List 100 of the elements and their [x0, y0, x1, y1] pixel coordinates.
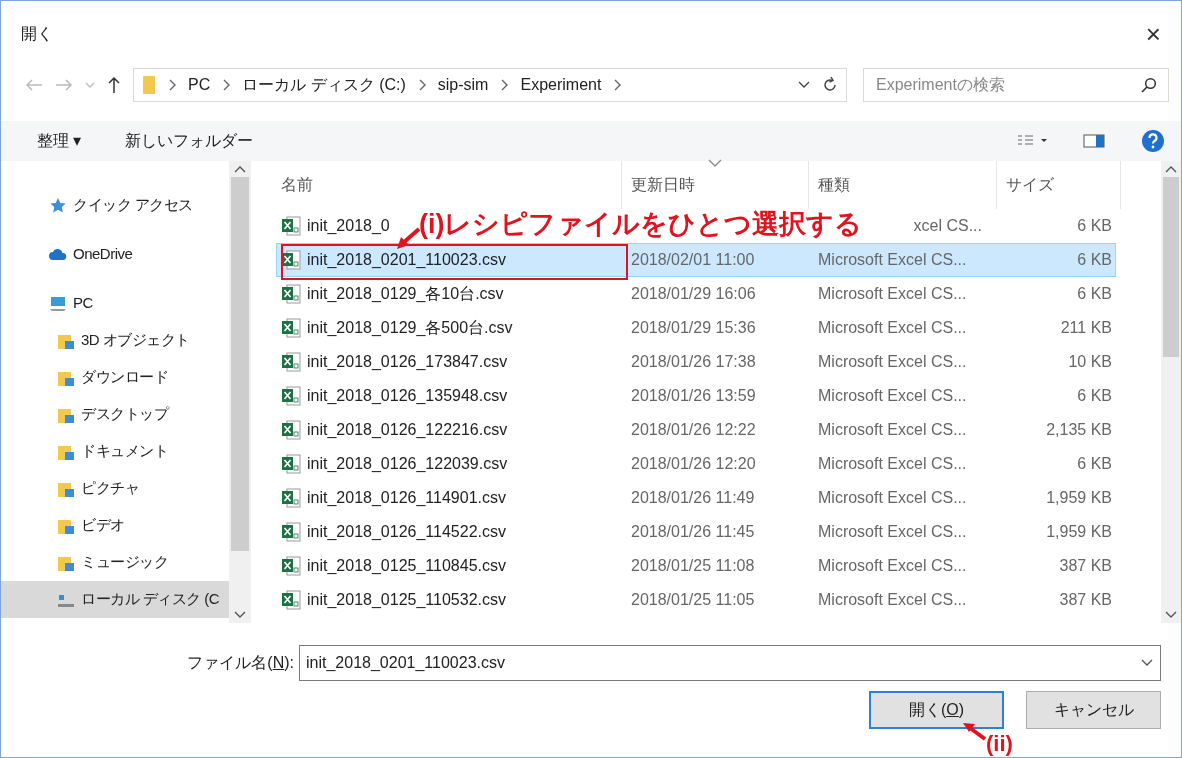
- chevron-up-icon[interactable]: [1165, 165, 1177, 173]
- view-list-icon[interactable]: [1017, 134, 1047, 148]
- file-name: init_2018_0125_110845.csv: [307, 556, 506, 576]
- preview-pane-icon[interactable]: [1083, 134, 1105, 148]
- file-date: 2018/01/26 17:38: [631, 353, 756, 370]
- file-name: init_2018_0126_173847.csv: [307, 352, 508, 372]
- address-bar[interactable]: PC ローカル ディスク (C:) sip-sim Experiment: [133, 68, 847, 102]
- spreadsheet-file-icon: [281, 318, 301, 338]
- sidebar-item[interactable]: デスクトップ: [1, 396, 229, 433]
- scrollbar[interactable]: [229, 161, 251, 623]
- spreadsheet-file-icon: [281, 420, 301, 440]
- file-date: 2018/01/25 11:05: [631, 591, 755, 608]
- file-type: Microsoft Excel CS...: [818, 421, 967, 438]
- filename-label: ファイル名(N):: [187, 653, 294, 673]
- chevron-right-icon[interactable]: [613, 79, 622, 91]
- file-size: 211 KB: [1060, 319, 1112, 336]
- file-name: init_2018_0125_110532.csv: [307, 590, 506, 610]
- star-icon: [49, 196, 67, 215]
- annotation-arrow: [961, 721, 987, 741]
- breadcrumb[interactable]: ローカル ディスク (C:): [242, 73, 406, 97]
- chevron-right-icon[interactable]: [500, 79, 509, 91]
- file-size: 1,959 KB: [1046, 489, 1112, 506]
- file-name: init_2018_0126_114901.csv: [307, 488, 506, 508]
- file-type: Microsoft Excel CS...: [818, 353, 967, 370]
- refresh-icon[interactable]: [822, 76, 838, 94]
- file-type: Microsoft Excel CS...: [818, 489, 967, 506]
- spreadsheet-file-icon: [281, 284, 301, 304]
- file-date: 2018/01/26 13:59: [631, 387, 756, 404]
- annotation-label: (ii): [986, 733, 1013, 755]
- file-type: Microsoft Excel CS...: [818, 523, 967, 540]
- window-title: 開く: [21, 24, 53, 44]
- breadcrumb[interactable]: sip-sim: [437, 73, 489, 97]
- sidebar-item[interactable]: ドキュメント: [1, 433, 229, 470]
- dialog-button[interactable]: 開く(O): [869, 691, 1004, 729]
- chevron-down-icon[interactable]: [1141, 659, 1153, 667]
- file-name: init_2018_0126_114522.csv: [307, 522, 506, 542]
- help-icon[interactable]: [1141, 129, 1165, 153]
- file-type: Microsoft Excel CS...: [818, 387, 967, 404]
- chevron-right-icon[interactable]: [417, 79, 426, 91]
- file-size: 6 KB: [1077, 387, 1112, 404]
- sidebar-item[interactable]: PC: [1, 285, 229, 322]
- file-type: Microsoft Excel CS...: [818, 557, 967, 574]
- sidebar-item[interactable]: ダウンロード: [1, 359, 229, 396]
- file-date: 2018/01/26 12:22: [631, 421, 756, 438]
- sidebar-item[interactable]: ミュージック: [1, 544, 229, 581]
- spreadsheet-file-icon: [281, 488, 301, 508]
- file-name: init_2018_0126_135948.csv: [307, 386, 508, 406]
- spreadsheet-file-icon: [281, 522, 301, 542]
- column-header[interactable]: 種類: [808, 161, 996, 209]
- search-field[interactable]: Experimentの検索: [863, 68, 1169, 102]
- sidebar-item[interactable]: ローカル ディスク (C: [1, 581, 229, 618]
- chevron-right-icon[interactable]: [168, 79, 176, 91]
- file-name: init_2018_0201_110023.csv: [307, 250, 506, 270]
- file-type: Microsoft Excel CS...: [818, 591, 967, 608]
- file-name: init_2018_0: [307, 216, 390, 236]
- organize-button[interactable]: 整理 ▾: [37, 129, 82, 153]
- column-header[interactable]: 更新日時: [621, 161, 808, 209]
- spreadsheet-file-icon: [281, 454, 301, 474]
- column-header[interactable]: サイズ: [996, 161, 1121, 209]
- chevron-down-icon[interactable]: [1165, 611, 1177, 619]
- file-size: 1,959 KB: [1046, 523, 1112, 540]
- file-size: 6 KB: [1077, 455, 1112, 472]
- sidebar-item[interactable]: 3D オブジェクト: [1, 322, 229, 359]
- search-icon[interactable]: [1141, 77, 1157, 93]
- chevron-down-icon[interactable]: [234, 611, 246, 619]
- filename-field[interactable]: init_2018_0201_110023.csv: [299, 645, 1161, 681]
- file-size: 10 KB: [1068, 353, 1112, 370]
- file-date: 2018/01/26 11:45: [631, 523, 755, 540]
- scrollbar-thumb[interactable]: [231, 177, 249, 551]
- sort-chevron-icon: [708, 159, 722, 167]
- annotation-arrow: [395, 227, 421, 251]
- dialog-button[interactable]: キャンセル: [1026, 691, 1161, 729]
- scrollbar-thumb[interactable]: [1163, 177, 1179, 357]
- sidebar-item[interactable]: ビデオ: [1, 507, 229, 544]
- spreadsheet-file-icon: [281, 556, 301, 576]
- scrollbar[interactable]: [1161, 161, 1181, 623]
- close-button[interactable]: ×: [1145, 21, 1161, 47]
- file-type: Microsoft Excel CS...: [818, 455, 967, 472]
- sidebar-item[interactable]: OneDrive: [1, 236, 229, 273]
- spreadsheet-file-icon: [281, 352, 301, 372]
- breadcrumb[interactable]: PC: [188, 73, 211, 97]
- column-header[interactable]: 名前: [276, 161, 621, 209]
- file-type: Microsoft Excel CS...: [818, 319, 967, 336]
- file-size: 6 KB: [1077, 251, 1112, 268]
- annotation-label: (i)レシピファイルをひとつ選択する: [419, 211, 863, 238]
- chevron-down-icon[interactable]: [798, 81, 810, 89]
- file-date: 2018/01/26 12:20: [631, 455, 756, 472]
- sidebar-item[interactable]: ピクチャ: [1, 470, 229, 507]
- breadcrumb[interactable]: Experiment: [520, 73, 602, 97]
- file-date: 2018/01/29 15:36: [631, 319, 756, 336]
- up-arrow-icon[interactable]: [107, 76, 121, 94]
- file-size: 6 KB: [1077, 285, 1112, 302]
- computer-icon: [49, 294, 67, 313]
- selected-file-row[interactable]: init_2018_0201_110023.csv 2018/02/01 11:00 Microsoft Excel CS... 6 KB: [276, 243, 1116, 277]
- file-name: init_2018_0129_各10台.csv: [307, 284, 504, 304]
- chevron-right-icon[interactable]: [222, 79, 231, 91]
- new-folder-button[interactable]: 新しいフォルダー: [125, 129, 254, 153]
- file-date: 2018/01/25 11:08: [631, 557, 755, 574]
- chevron-up-icon[interactable]: [234, 165, 246, 173]
- sidebar-item[interactable]: クイック アクセス: [1, 187, 229, 224]
